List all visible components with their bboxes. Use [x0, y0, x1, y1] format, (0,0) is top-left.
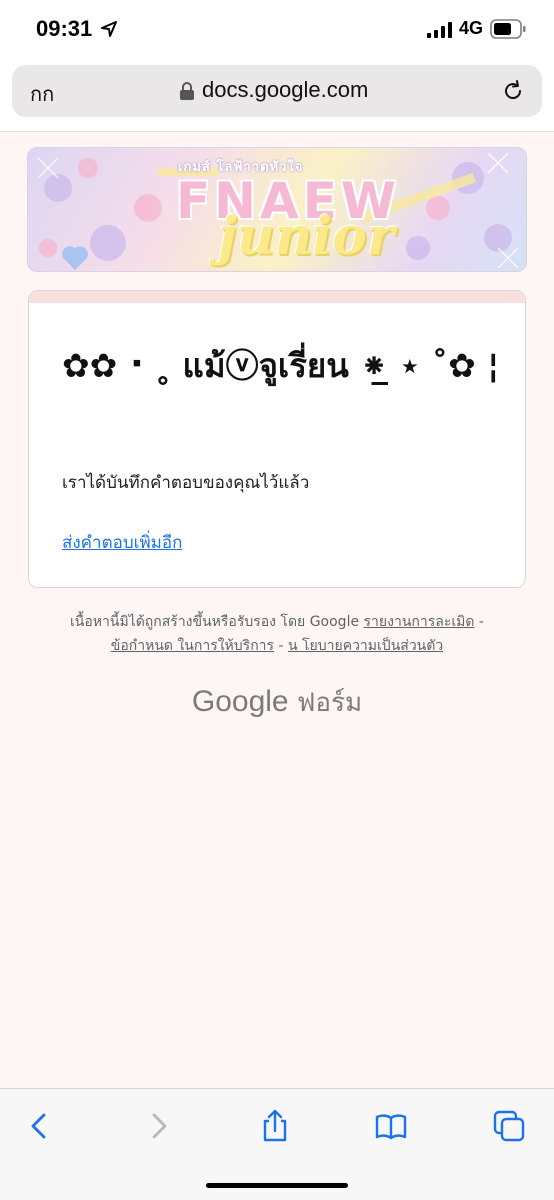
battery-icon	[490, 19, 526, 39]
share-icon[interactable]	[258, 1109, 292, 1143]
form-title: ✿✿ ⠂˳ แม้ⓥจูเรี่ยน ⁕̲ ⋆ ˚✿ ¦	[62, 346, 500, 385]
network-label: 4G	[459, 18, 484, 38]
footer: เนื้อหานี้มิได้ถูกสร้างขึ้นหรือรับรอง โด…	[30, 610, 524, 658]
book-icon[interactable]	[374, 1109, 408, 1143]
report-abuse-link[interactable]: รายงานการละเมิด	[364, 614, 475, 630]
terms-link[interactable]: ข้อกำหนด ในการให้บริการ	[111, 638, 274, 654]
chevron-left-icon[interactable]	[22, 1109, 56, 1143]
submit-another-link[interactable]: ส่งคำตอบเพิ่มอีก	[62, 529, 182, 556]
footer-separator: -	[278, 638, 284, 654]
lock-icon	[180, 82, 194, 100]
form-header-banner: เกมส์ โลฟ้าาดหัวใจ FNAEW junior	[27, 147, 527, 272]
text-size-button[interactable]: กก	[30, 78, 54, 110]
status-time: 09:31	[36, 16, 93, 41]
signal-icon	[427, 22, 452, 38]
status-bar: 09:31 4G	[0, 0, 554, 60]
url-text[interactable]: docs.google.com	[202, 77, 368, 103]
footer-disclaimer: เนื้อหานี้มิได้ถูกสร้างขึ้นหรือรับรอง โด…	[70, 614, 360, 630]
confirmation-card: ✿✿ ⠂˳ แม้ⓥจูเรี่ยน ⁕̲ ⋆ ˚✿ ¦ เราได้บันทึ…	[28, 290, 526, 588]
reload-icon[interactable]	[501, 79, 525, 103]
confirmation-message: เราได้บันทึกคำตอบของคุณไว้แล้ว	[62, 473, 310, 493]
card-accent-bar	[29, 291, 525, 303]
google-forms-brand[interactable]: Google ฟอร์ม	[0, 682, 554, 723]
address-bar[interactable]: กก docs.google.com	[12, 65, 542, 117]
tabs-icon[interactable]	[492, 1109, 526, 1143]
browser-header: กก docs.google.com	[0, 60, 554, 132]
brand-google: Google	[191, 685, 289, 718]
location-arrow-icon	[101, 21, 117, 37]
footer-separator: -	[478, 614, 484, 630]
privacy-link[interactable]: น โยบายความเป็นส่วนตัว	[288, 638, 443, 654]
banner-script-text: junior	[218, 206, 395, 267]
brand-forms: ฟอร์ม	[296, 687, 363, 717]
chevron-right-icon[interactable]	[142, 1109, 176, 1143]
home-indicator	[206, 1183, 348, 1188]
